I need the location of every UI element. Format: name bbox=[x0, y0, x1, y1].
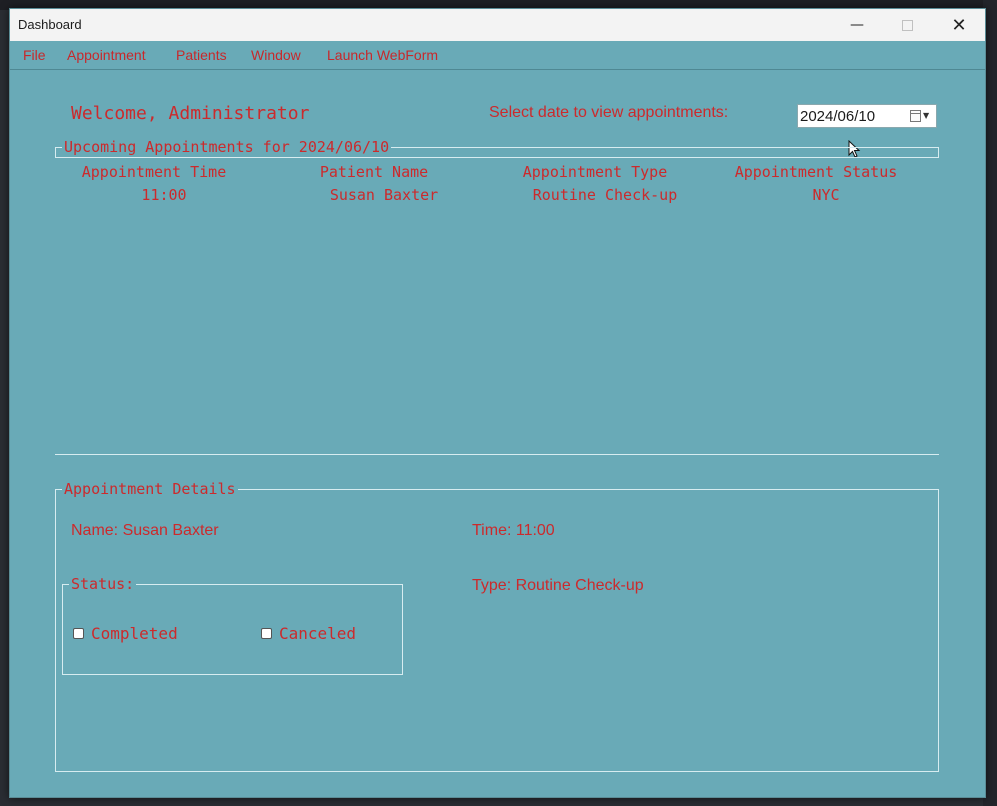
completed-checkbox[interactable]: Completed bbox=[73, 624, 178, 643]
chevron-down-icon[interactable]: ▼ bbox=[923, 111, 929, 120]
menu-file[interactable]: File bbox=[23, 47, 46, 63]
date-picker[interactable]: 2024/06/10 ▼ bbox=[797, 104, 937, 128]
canceled-label: Canceled bbox=[279, 624, 357, 643]
canceled-checkbox-box[interactable] bbox=[261, 628, 272, 639]
cell-patient-name: Susan Baxter bbox=[329, 186, 439, 204]
cell-appointment-type: Routine Check-up bbox=[532, 186, 678, 204]
calendar-icon bbox=[910, 110, 921, 122]
minimize-button[interactable]: — bbox=[832, 9, 882, 41]
window-title: Dashboard bbox=[18, 17, 82, 32]
completed-label: Completed bbox=[91, 624, 178, 643]
column-header-appointment-status: Appointment Status bbox=[734, 163, 898, 181]
maximize-button[interactable] bbox=[882, 9, 932, 41]
menu-appointment[interactable]: Appointment bbox=[67, 47, 146, 63]
menu-launch-webform[interactable]: Launch WebForm bbox=[327, 47, 438, 63]
date-value: 2024/06/10 bbox=[800, 108, 876, 125]
cell-appointment-status: NYC bbox=[812, 186, 840, 204]
close-icon: ✕ bbox=[951, 14, 967, 36]
canceled-checkbox[interactable]: Canceled bbox=[261, 624, 356, 643]
close-button[interactable]: ✕ bbox=[934, 9, 984, 41]
status-legend: Status: bbox=[71, 575, 135, 593]
dashboard-window: Dashboard — ✕ File Appointment Patients … bbox=[9, 8, 986, 798]
maximize-icon bbox=[901, 19, 913, 31]
menu-bar: File Appointment Patients Window Launch … bbox=[10, 41, 985, 70]
cell-appointment-time: 11:00 bbox=[141, 186, 187, 204]
column-header-appointment-time: Appointment Time bbox=[81, 163, 227, 181]
upcoming-appointments-legend: Upcoming Appointments for 2024/06/10 bbox=[64, 138, 390, 156]
appointment-details-legend: Appointment Details bbox=[64, 480, 236, 498]
column-header-appointment-type: Appointment Type bbox=[522, 163, 668, 181]
minimize-icon: — bbox=[850, 17, 864, 33]
select-date-label: Select date to view appointments: bbox=[489, 104, 729, 121]
upcoming-appointments-group: Upcoming Appointments for 2024/06/10 bbox=[55, 138, 939, 158]
detail-time: Time: 11:00 bbox=[472, 522, 555, 539]
title-bar[interactable]: Dashboard — ✕ bbox=[10, 9, 985, 41]
welcome-heading: Welcome, Administrator bbox=[71, 103, 310, 124]
menu-patients[interactable]: Patients bbox=[176, 47, 227, 63]
detail-type: Type: Routine Check-up bbox=[472, 577, 644, 594]
detail-name: Name: Susan Baxter bbox=[71, 522, 219, 539]
section-divider bbox=[55, 454, 939, 455]
completed-checkbox-box[interactable] bbox=[73, 628, 84, 639]
column-header-patient-name: Patient Name bbox=[319, 163, 429, 181]
menu-window[interactable]: Window bbox=[251, 47, 301, 63]
